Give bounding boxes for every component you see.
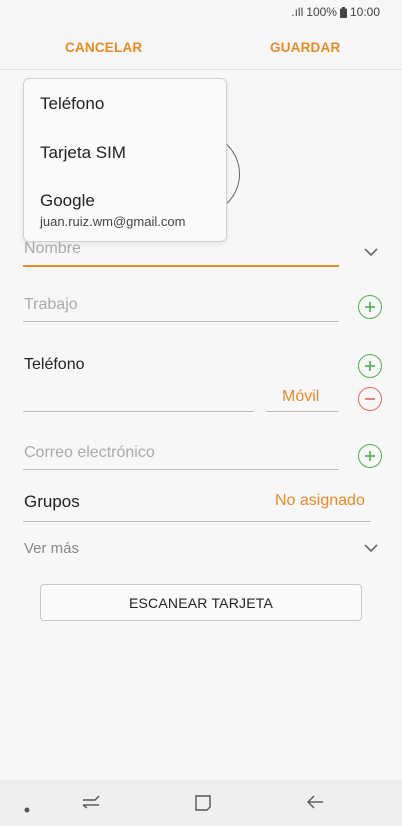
groups-label[interactable]: Grupos [24,492,80,512]
add-phone-plus-icon[interactable] [358,354,382,378]
see-more-label[interactable]: Ver más [24,540,79,557]
signal-icon: .ıll [291,5,304,19]
save-button[interactable]: GUARDAR [270,40,340,55]
scan-card-button[interactable]: ESCANEAR TARJETA [40,584,362,621]
status-indicators: .ıll 100% 10:00 [291,5,380,19]
name-input[interactable]: Nombre [24,240,81,258]
battery-percentage: 100% [306,5,337,19]
phone-type-selector[interactable]: Móvil [282,388,319,406]
dropdown-item-phone[interactable]: Teléfono [40,94,104,114]
see-more-chevron-down-icon[interactable] [363,543,379,553]
remove-phone-minus-icon[interactable] [358,387,382,411]
clock: 10:00 [349,5,380,19]
storage-location-dropdown: Teléfono Tarjeta SIM Google juan.ruiz.wm… [23,78,227,242]
phone-type-underline [266,411,339,412]
work-input[interactable]: Trabajo [24,296,78,314]
groups-underline [23,521,371,522]
dot-icon[interactable] [24,800,30,818]
dropdown-item-google-account: juan.ruiz.wm@gmail.com [40,214,186,229]
groups-value[interactable]: No asignado [275,492,365,510]
email-input-underline [23,469,339,470]
action-bar: CANCELAR GUARDAR [0,24,402,70]
navigation-bar [0,780,402,826]
add-work-plus-icon[interactable] [358,295,382,319]
dropdown-item-google[interactable]: Google [40,191,95,211]
expand-name-chevron-down-icon[interactable] [363,247,379,257]
status-bar: .ıll 100% 10:00 [0,0,402,24]
battery-icon [339,6,347,18]
name-input-underline [23,265,339,267]
back-icon[interactable] [306,794,324,815]
work-input-underline [23,321,339,322]
phone-label: Teléfono [24,356,85,373]
dropdown-item-sim[interactable]: Tarjeta SIM [40,143,126,163]
home-icon[interactable] [194,794,212,817]
recent-apps-icon[interactable] [82,794,100,815]
add-email-plus-icon[interactable] [358,444,382,468]
cancel-button[interactable]: CANCELAR [65,40,142,55]
phone-input[interactable] [23,411,254,412]
email-input[interactable]: Correo electrónico [24,444,155,462]
